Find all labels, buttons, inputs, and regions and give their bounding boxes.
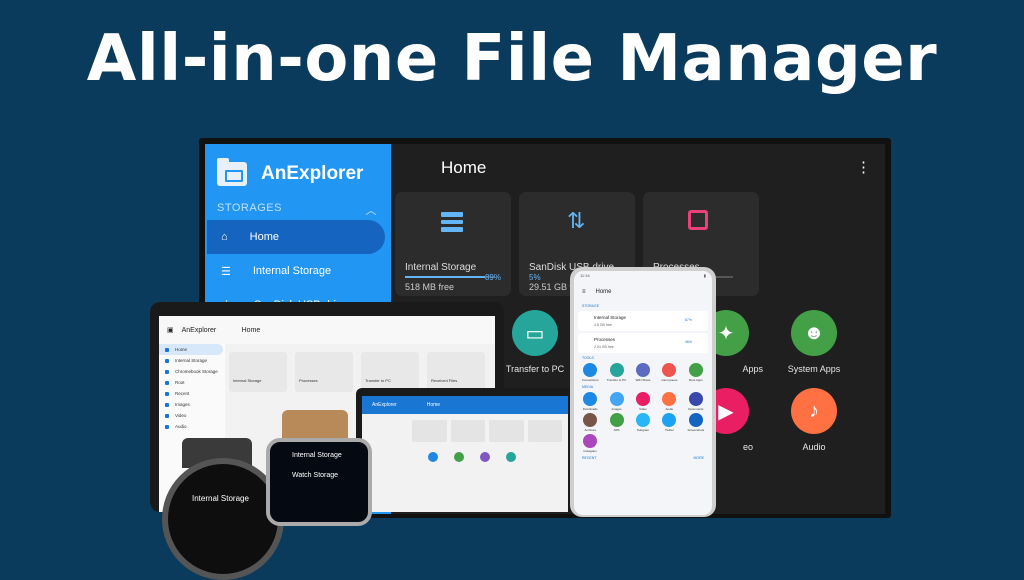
tv-nav-label: Home bbox=[249, 231, 279, 243]
small-tablet-title: Home bbox=[426, 402, 441, 408]
progress-track bbox=[405, 276, 495, 278]
phone-status-bar: 11:34 ▮ bbox=[574, 271, 712, 283]
phone-tool[interactable]: WiFi Share bbox=[631, 363, 655, 382]
phone-storage-row[interactable]: Processes 46% 2.04 GB free bbox=[578, 333, 708, 353]
more-link[interactable]: MORE bbox=[694, 456, 705, 460]
tool-label: Audio bbox=[802, 442, 826, 452]
phone-media[interactable]: Documents bbox=[684, 392, 708, 411]
tablet-nav-item[interactable]: Internal Storage bbox=[159, 355, 225, 366]
tv-page-title: Home bbox=[441, 158, 487, 177]
phone-media[interactable]: Archives bbox=[578, 413, 602, 432]
watch-face: Internal Storage Watch Storage bbox=[266, 438, 372, 526]
small-tablet-grid bbox=[362, 414, 568, 442]
tv-nav-label: Internal Storage bbox=[252, 265, 332, 277]
tablet-card[interactable]: Processes bbox=[295, 352, 353, 392]
tablet-card[interactable]: Transfer to PC bbox=[361, 352, 419, 392]
phone-media[interactable]: APK bbox=[604, 413, 628, 432]
phone-recent-header: RECENT MORE bbox=[582, 456, 705, 460]
tablet-nav-item[interactable]: Images bbox=[159, 399, 225, 410]
watch-label: Internal Storage bbox=[292, 452, 342, 459]
tool-system-apps[interactable]: ☻ System Apps bbox=[769, 310, 859, 374]
tablet-nav-item[interactable]: Recent bbox=[159, 388, 225, 399]
tablet-card[interactable]: Received Files bbox=[427, 352, 485, 392]
music-icon: ♪ bbox=[791, 388, 837, 434]
phone-media[interactable]: Telegram bbox=[631, 413, 655, 432]
phone-tool[interactable]: Connections bbox=[578, 363, 602, 382]
tv-nav-home[interactable]: ⌂ Home bbox=[207, 220, 385, 254]
tool-audio[interactable]: ♪ Audio bbox=[769, 388, 859, 452]
folder-logo-icon bbox=[217, 158, 247, 186]
phone-media[interactable]: Downloads bbox=[578, 392, 602, 411]
phone-media[interactable]: Twitter bbox=[657, 413, 681, 432]
chip-icon bbox=[688, 210, 708, 230]
storage-icon bbox=[441, 212, 463, 233]
phone-media[interactable]: Screenshots bbox=[684, 413, 708, 432]
card-percent: 5% bbox=[529, 273, 541, 282]
card-subtext: 518 MB free bbox=[405, 282, 455, 292]
phone-tool[interactable]: Root Apps bbox=[684, 363, 708, 382]
phone-tools-grid: Connections Transfer to PC WiFi Share Ca… bbox=[574, 363, 712, 382]
phone-device: 11:34 ▮ ≡ Home STORAGE Internal Storage … bbox=[570, 267, 716, 517]
tv-nav-internal-storage[interactable]: ☰ Internal Storage bbox=[207, 254, 331, 288]
phone-media[interactable]: Instagram bbox=[578, 434, 602, 453]
phone-screen: 11:34 ▮ ≡ Home STORAGE Internal Storage … bbox=[574, 271, 712, 515]
usb-icon: ⇅ bbox=[567, 208, 586, 233]
watch-label: Watch Storage bbox=[292, 472, 339, 479]
card-name: Internal Storage bbox=[405, 262, 477, 273]
phone-tool[interactable]: Transfer to PC bbox=[604, 363, 628, 382]
chevron-up-icon[interactable]: ︿ bbox=[366, 202, 378, 218]
android-icon: ☻ bbox=[791, 310, 837, 356]
progress-fill bbox=[405, 276, 486, 278]
watch-label: Internal Storage bbox=[192, 494, 249, 503]
folder-logo-icon: ▣ bbox=[167, 327, 174, 334]
phone-tool[interactable]: Cast Queue bbox=[657, 363, 681, 382]
more-vert-icon[interactable]: ⋮ bbox=[856, 158, 871, 176]
phone-media-grid: Downloads Images Video Audio Documents A… bbox=[574, 392, 712, 453]
small-tablet-screen: AnExplorer Home bbox=[362, 396, 568, 512]
tablet-card[interactable]: Internal Storage bbox=[229, 352, 287, 392]
phone-section-label: TOOLS bbox=[582, 356, 594, 360]
phone-section-label: MEDIA bbox=[582, 385, 594, 389]
tablet-brand: AnExplorer bbox=[181, 326, 217, 334]
headline: All-in-one File Manager bbox=[86, 22, 938, 96]
phone-media[interactable]: Audio bbox=[657, 392, 681, 411]
tool-label: System Apps bbox=[787, 364, 841, 374]
tv-brand: AnExplorer bbox=[217, 154, 387, 194]
phone-toolbar: ≡ Home bbox=[574, 283, 712, 301]
tablet-nav-item[interactable]: Chromebook Storage bbox=[159, 366, 225, 377]
transfer-icon: ▭ bbox=[512, 310, 558, 356]
card-percent: 89% bbox=[484, 273, 501, 282]
tablet-nav-item[interactable]: Audio bbox=[159, 421, 225, 432]
tablet-title: Home bbox=[241, 326, 261, 334]
phone-title: Home bbox=[595, 289, 612, 295]
tablet-toolbar: ▣ AnExplorer Home bbox=[159, 316, 495, 344]
tv-card-internal-storage[interactable]: Internal Storage 89% 518 MB free bbox=[395, 192, 511, 296]
small-tablet-brand: AnExplorer bbox=[372, 402, 397, 408]
tv-section-header[interactable]: STORAGES ︿ bbox=[217, 202, 377, 218]
phone-section-label: STORAGE bbox=[582, 304, 600, 308]
home-icon: ⌂ bbox=[221, 231, 228, 243]
battery-icon: ▮ bbox=[703, 273, 706, 278]
phone-media[interactable]: Video bbox=[631, 392, 655, 411]
small-tablet-device: AnExplorer Home bbox=[356, 388, 574, 512]
phone-media[interactable]: Images bbox=[604, 392, 628, 411]
square-watch: Internal Storage Watch Storage bbox=[262, 410, 372, 526]
small-tablet-icons bbox=[362, 442, 568, 462]
small-tablet-toolbar: AnExplorer Home bbox=[362, 396, 568, 414]
tv-section-label: STORAGES bbox=[217, 202, 282, 214]
storage-icon: ☰ bbox=[221, 265, 231, 278]
tablet-nav-item[interactable]: Home bbox=[159, 344, 223, 355]
phone-storage-row[interactable]: Internal Storage 67% 4.8 GB free bbox=[578, 311, 708, 331]
tv-brand-name: AnExplorer bbox=[261, 163, 364, 184]
tablet-nav-item[interactable]: Video bbox=[159, 410, 225, 421]
tablet-nav-item[interactable]: Root bbox=[159, 377, 225, 388]
menu-icon[interactable]: ≡ bbox=[582, 289, 586, 295]
phone-time: 11:34 bbox=[580, 273, 590, 278]
